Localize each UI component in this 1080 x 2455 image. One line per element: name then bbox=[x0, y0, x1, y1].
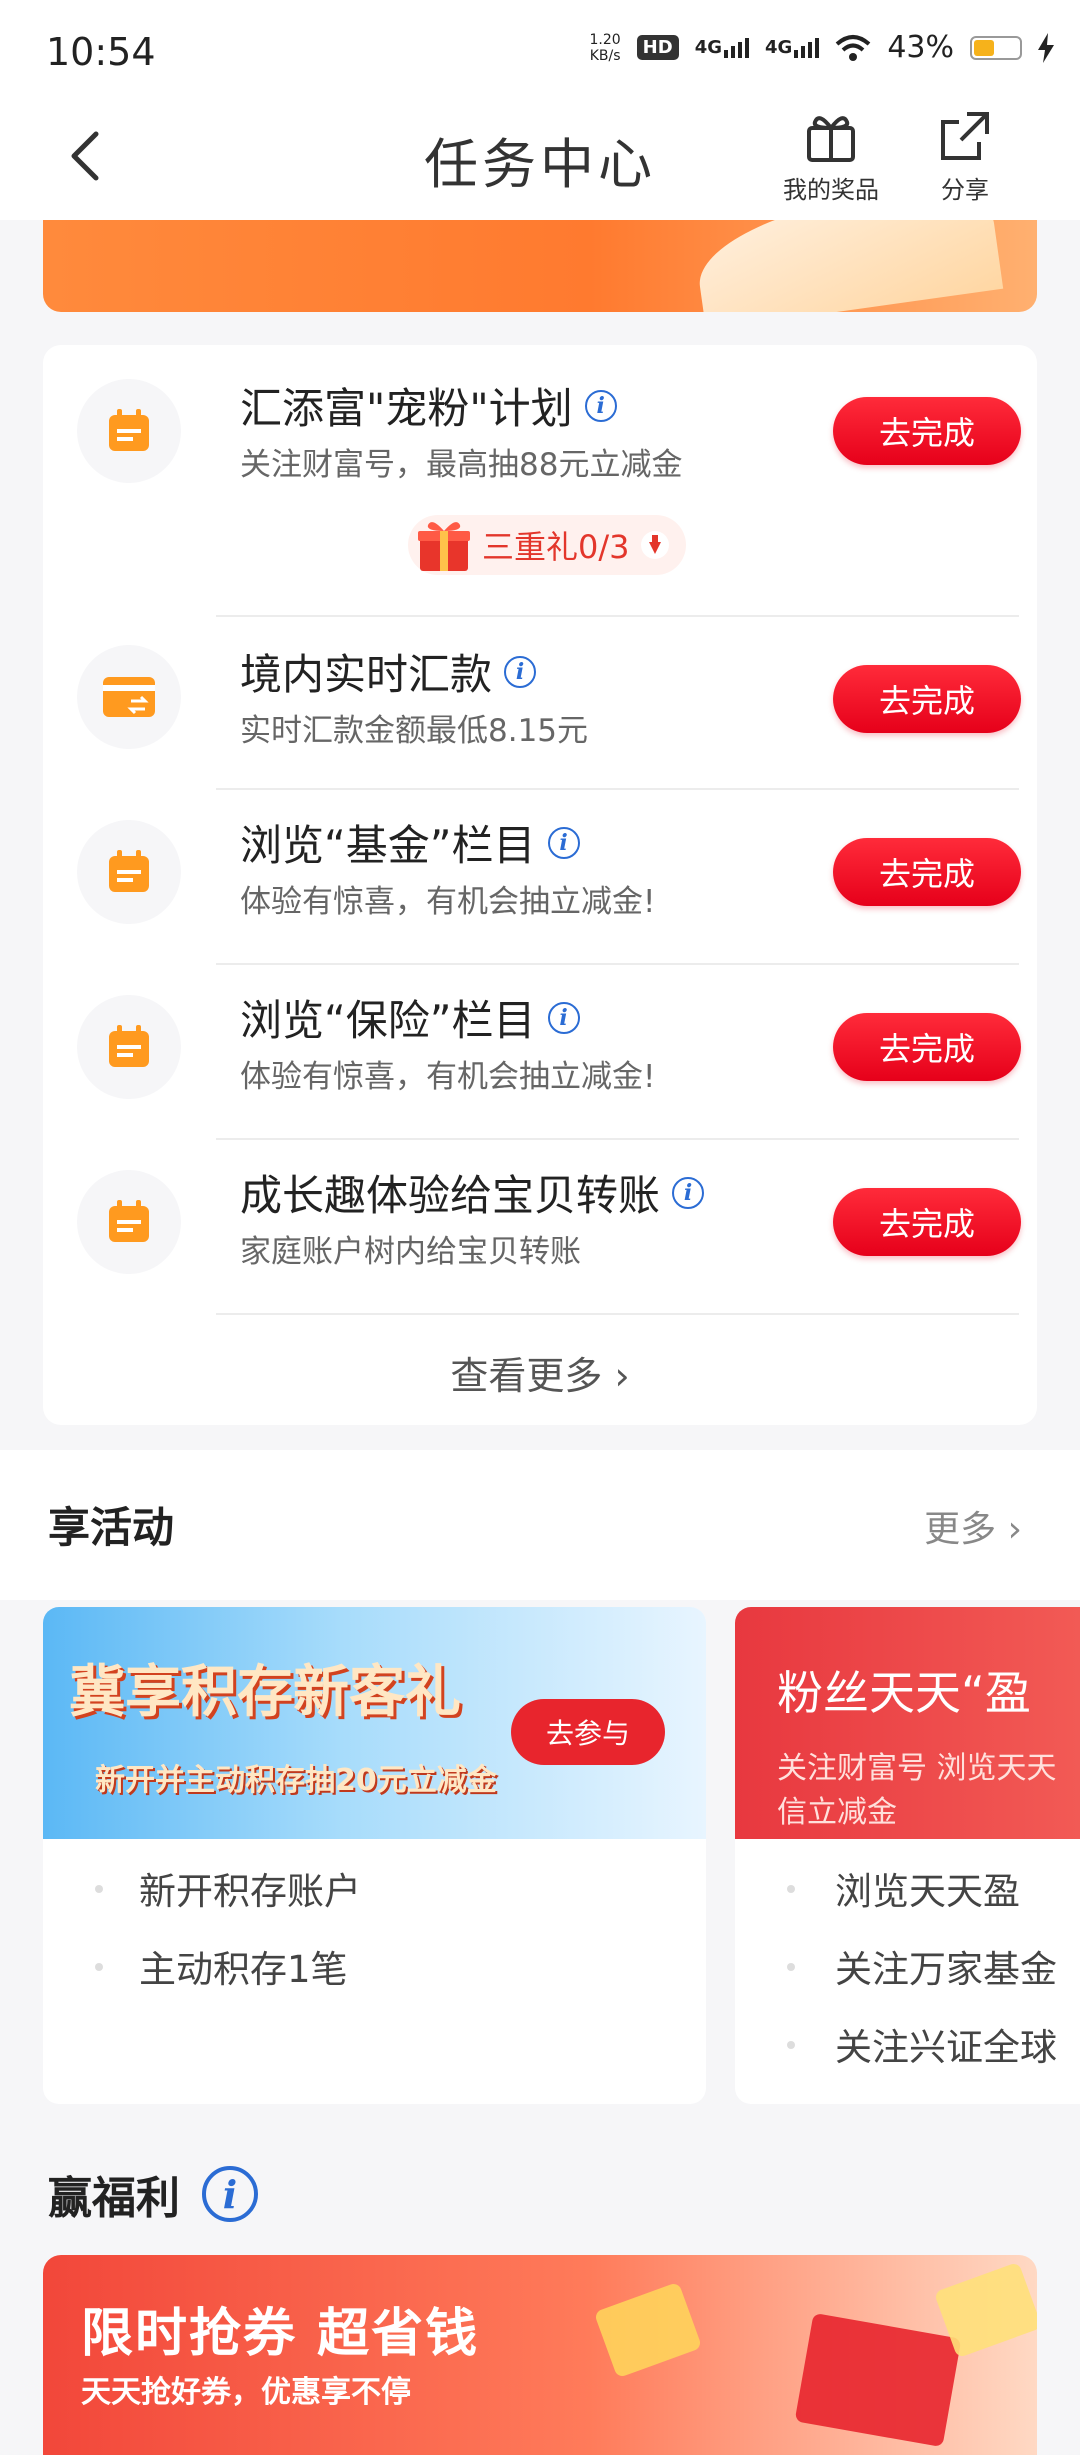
hd-icon: HD bbox=[636, 35, 679, 60]
task-subtitle: 关注财富号，最高抽88元立减金 bbox=[240, 447, 683, 483]
bullet bbox=[787, 1885, 795, 1893]
complete-task-button[interactable]: 去完成 bbox=[833, 397, 1021, 465]
divider bbox=[216, 963, 1019, 965]
activity-task: 浏览天天盈 bbox=[835, 1870, 1020, 1913]
divider bbox=[216, 788, 1019, 790]
banner-subtitle: 新开并主动积存抽20元立减金 bbox=[95, 1763, 497, 1798]
status-bar: 10:54 1.20 KB/s HD 4G 4G 43% bbox=[0, 0, 1080, 100]
charging-icon bbox=[1038, 32, 1054, 63]
share-icon bbox=[941, 112, 989, 160]
task-subtitle: 体验有惊喜，有机会抽立减金! bbox=[240, 884, 656, 920]
activity-task: 关注万家基金 bbox=[835, 1948, 1057, 1991]
info-icon[interactable]: i bbox=[504, 655, 537, 688]
complete-task-button[interactable]: 去完成 bbox=[833, 1013, 1021, 1081]
banner-title: 冀享积存新客礼 bbox=[69, 1660, 461, 1725]
task-list-card: 汇添富"宠粉"计划 i 关注财富号，最高抽88元立减金 去完成 三重礼0/3 境… bbox=[43, 345, 1037, 1425]
divider bbox=[216, 1313, 1019, 1315]
activity-card[interactable]: 冀享积存新客礼 新开并主动积存抽20元立减金 去参与 新开积存账户 主动积存1笔 bbox=[43, 1607, 706, 2104]
activity-banner[interactable]: 粉丝天天“盈 关注财富号 浏览天天 信立减金 bbox=[735, 1607, 1080, 1839]
activities-header: 享活动 bbox=[0, 1450, 1080, 1600]
info-icon[interactable]: i bbox=[584, 389, 617, 422]
info-icon[interactable]: i bbox=[547, 1001, 580, 1034]
info-icon[interactable]: i bbox=[672, 1176, 705, 1209]
activity-task: 新开积存账户 bbox=[139, 1870, 361, 1913]
gift-box-icon bbox=[418, 522, 470, 571]
task-title: 浏览“基金”栏目 i bbox=[240, 812, 580, 873]
info-icon[interactable]: i bbox=[547, 826, 580, 859]
complete-task-button[interactable]: 去完成 bbox=[833, 838, 1021, 906]
bullet bbox=[95, 1885, 103, 1893]
wifi-icon bbox=[835, 34, 871, 61]
task-title: 境内实时汇款 i bbox=[240, 641, 537, 702]
complete-task-button[interactable]: 去完成 bbox=[833, 665, 1021, 733]
coupon-promo-banner[interactable]: 限时抢券 超省钱 天天抢好券，优惠享不停 bbox=[43, 2255, 1037, 2455]
banner-subtitle-2: 信立减金 bbox=[777, 1795, 897, 1830]
activities-title: 享活动 bbox=[48, 1503, 175, 1552]
banner-title: 粉丝天天“盈 bbox=[777, 1666, 1031, 1720]
bullet bbox=[787, 1963, 795, 1971]
activity-banner[interactable]: 冀享积存新客礼 新开并主动积存抽20元立减金 去参与 bbox=[43, 1607, 706, 1839]
battery-percent: 43% bbox=[887, 30, 954, 65]
signal-icon-2: 4G bbox=[765, 37, 820, 58]
activity-card[interactable]: 粉丝天天“盈 关注财富号 浏览天天 信立减金 浏览天天盈 关注万家基金 关注兴证… bbox=[735, 1607, 1080, 2104]
top-banner[interactable] bbox=[43, 220, 1037, 312]
bullet bbox=[787, 2041, 795, 2049]
my-prizes-label: 我的奖品 bbox=[783, 176, 879, 204]
calendar-icon bbox=[77, 379, 181, 483]
nav-bar: 任务中心 我的奖品 分享 bbox=[0, 100, 1080, 220]
book-illustration bbox=[690, 220, 1004, 312]
chevron-right-icon: › bbox=[614, 1354, 630, 1398]
activity-task: 关注兴证全球 bbox=[835, 2026, 1057, 2069]
chevron-right-icon: › bbox=[1007, 1509, 1022, 1550]
welfare-header: 赢福利 i bbox=[48, 2162, 258, 2226]
calendar-icon bbox=[77, 995, 181, 1099]
bullet bbox=[95, 1963, 103, 1971]
task-subtitle: 实时汇款金额最低8.15元 bbox=[240, 713, 589, 749]
arrow-down-icon bbox=[640, 531, 669, 559]
calendar-icon bbox=[77, 820, 181, 924]
gift-icon bbox=[807, 116, 855, 162]
calendar-icon bbox=[77, 1170, 181, 1274]
task-subtitle: 体验有惊喜，有机会抽立减金! bbox=[240, 1059, 656, 1095]
status-icons: 1.20 KB/s HD 4G 4G 43% bbox=[589, 30, 1054, 65]
promo-title: 限时抢券 超省钱 bbox=[81, 2304, 480, 2364]
view-more-label: 查看更多 bbox=[450, 1354, 603, 1398]
activities-more-link[interactable]: 更多 › bbox=[924, 1500, 1022, 1552]
banner-subtitle: 关注财富号 浏览天天 bbox=[777, 1751, 1057, 1786]
task-subtitle: 家庭账户树内给宝贝转账 bbox=[240, 1234, 581, 1270]
view-more-link[interactable]: 查看更多 › bbox=[43, 1345, 1037, 1400]
more-label: 更多 bbox=[924, 1509, 997, 1550]
triple-gift-pill[interactable]: 三重礼0/3 bbox=[408, 515, 686, 575]
share-button[interactable]: 分享 bbox=[905, 108, 1025, 205]
network-speed: 1.20 KB/s bbox=[589, 31, 621, 64]
promo-subtitle: 天天抢好券，优惠享不停 bbox=[81, 2375, 411, 2410]
red-envelope-illustration bbox=[794, 2312, 962, 2448]
task-title: 汇添富"宠粉"计划 i bbox=[240, 375, 617, 436]
card-transfer-icon bbox=[77, 645, 181, 749]
welfare-title: 赢福利 bbox=[48, 2173, 180, 2224]
coupon-illustration bbox=[593, 2281, 703, 2379]
complete-task-button[interactable]: 去完成 bbox=[833, 1188, 1021, 1256]
join-button[interactable]: 去参与 bbox=[511, 1699, 665, 1765]
divider bbox=[216, 1138, 1019, 1140]
my-prizes-button[interactable]: 我的奖品 bbox=[771, 108, 891, 205]
gift-pill-text: 三重礼0/3 bbox=[482, 528, 630, 566]
share-label: 分享 bbox=[941, 176, 989, 204]
status-time: 10:54 bbox=[46, 30, 156, 74]
signal-icon: 4G bbox=[695, 37, 749, 58]
activity-task: 主动积存1笔 bbox=[139, 1948, 348, 1991]
battery-icon bbox=[970, 35, 1022, 60]
task-title: 成长趣体验给宝贝转账 i bbox=[240, 1162, 705, 1223]
divider bbox=[216, 615, 1019, 617]
task-title: 浏览“保险”栏目 i bbox=[240, 987, 580, 1048]
info-icon[interactable]: i bbox=[202, 2166, 258, 2222]
